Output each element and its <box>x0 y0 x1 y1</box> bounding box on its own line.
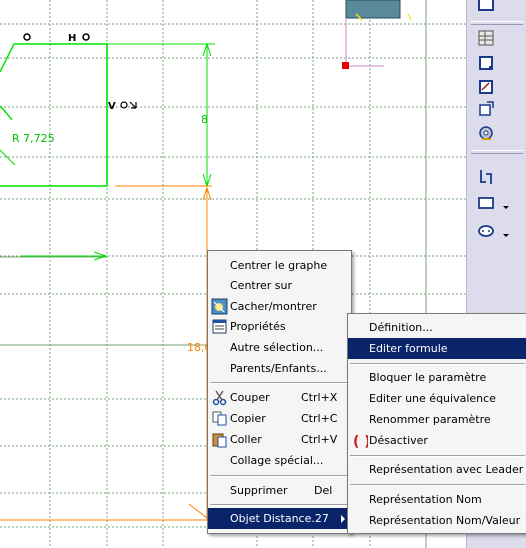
menu-separator <box>210 475 349 477</box>
menu-separator <box>350 455 525 457</box>
menu-item-couper[interactable]: Couper Ctrl+X <box>208 387 351 408</box>
scissors-icon <box>212 390 227 406</box>
sketch-profile[interactable] <box>0 43 108 187</box>
transform-icon[interactable] <box>475 98 497 120</box>
menu-item-centrer-sur[interactable]: Centrer sur <box>208 275 351 296</box>
constraint-h-label: H <box>68 33 76 44</box>
menu-item-coller[interactable]: Coller Ctrl+V <box>208 429 351 450</box>
rectangle-dropdown-arrow[interactable] <box>503 206 509 209</box>
parentheses-icon: ( ) <box>353 434 368 449</box>
submenu-item-renommer-parametre[interactable]: Renommer paramètre <box>348 409 526 430</box>
context-menu: Centrer le graphe Centrer sur Cacher/mon… <box>207 250 352 534</box>
menu-item-copier[interactable]: Copier Ctrl+C <box>208 408 351 429</box>
constraint-icon[interactable] <box>475 166 497 188</box>
window-icon[interactable] <box>475 0 497 14</box>
copy-icon <box>212 411 227 426</box>
ellipse-dropdown-arrow[interactable] <box>503 234 509 237</box>
selected-distance[interactable] <box>0 185 212 521</box>
paste-icon <box>212 433 227 448</box>
rectangle-icon[interactable] <box>475 192 509 214</box>
table-icon[interactable] <box>475 27 497 49</box>
submenu-item-desactiver[interactable]: ( ) Désactiver <box>348 430 526 451</box>
menu-item-collage-special[interactable]: Collage spécial... <box>208 450 351 471</box>
disc-icon[interactable] <box>475 122 497 144</box>
ellipse-icon[interactable] <box>475 220 509 242</box>
sketch-frame-icon[interactable] <box>475 76 497 98</box>
menu-item-objet-distance[interactable]: Objet Distance.27 <box>208 508 351 529</box>
submenu-item-editer-equivalence[interactable]: Editer une équivalence <box>348 388 526 409</box>
menu-separator <box>210 504 349 506</box>
submenu-item-representation-leader[interactable]: Représentation avec Leader <box>348 459 526 480</box>
menu-item-proprietes[interactable]: Propriétés <box>208 316 351 337</box>
constraint-v-label: V <box>108 101 116 112</box>
context-submenu: Définition... Editer formule Bloquer le … <box>347 313 526 534</box>
menu-separator <box>350 363 525 365</box>
toolbar-separator <box>471 150 523 154</box>
toolbar-separator <box>471 21 523 25</box>
svg-text:( ): ( ) <box>353 434 368 449</box>
dimension-8-label: 8 <box>201 113 208 126</box>
submenu-item-representation-nom-valeur[interactable]: Représentation Nom/Valeur <box>348 510 526 531</box>
hide-show-icon <box>211 298 228 315</box>
menu-item-supprimer[interactable]: Supprimer Del <box>208 480 351 501</box>
submenu-item-editer-formule[interactable]: Editer formule <box>348 338 526 359</box>
menu-item-autre-selection[interactable]: Autre sélection... <box>208 337 351 358</box>
constraint-horizontal-symbols <box>23 33 90 41</box>
submenu-item-representation-nom[interactable]: Représentation Nom <box>348 489 526 510</box>
properties-icon <box>212 319 227 334</box>
submenu-arrow-icon <box>341 515 345 523</box>
submenu-item-definition[interactable]: Définition... <box>348 317 526 338</box>
menu-item-parents-enfants[interactable]: Parents/Enfants... <box>208 358 351 379</box>
radius-label: R 7,725 <box>12 132 55 145</box>
axis-origin <box>345 0 412 67</box>
menu-item-centrer-le-graphe[interactable]: Centrer le graphe <box>208 255 351 276</box>
menu-separator <box>350 484 525 486</box>
frame-icon[interactable] <box>475 52 497 74</box>
menu-item-cacher-montrer[interactable]: Cacher/montrer <box>208 296 351 317</box>
submenu-item-bloquer-parametre[interactable]: Bloquer le paramètre <box>348 367 526 388</box>
menu-separator <box>210 382 349 384</box>
sketch-point[interactable] <box>342 62 349 69</box>
